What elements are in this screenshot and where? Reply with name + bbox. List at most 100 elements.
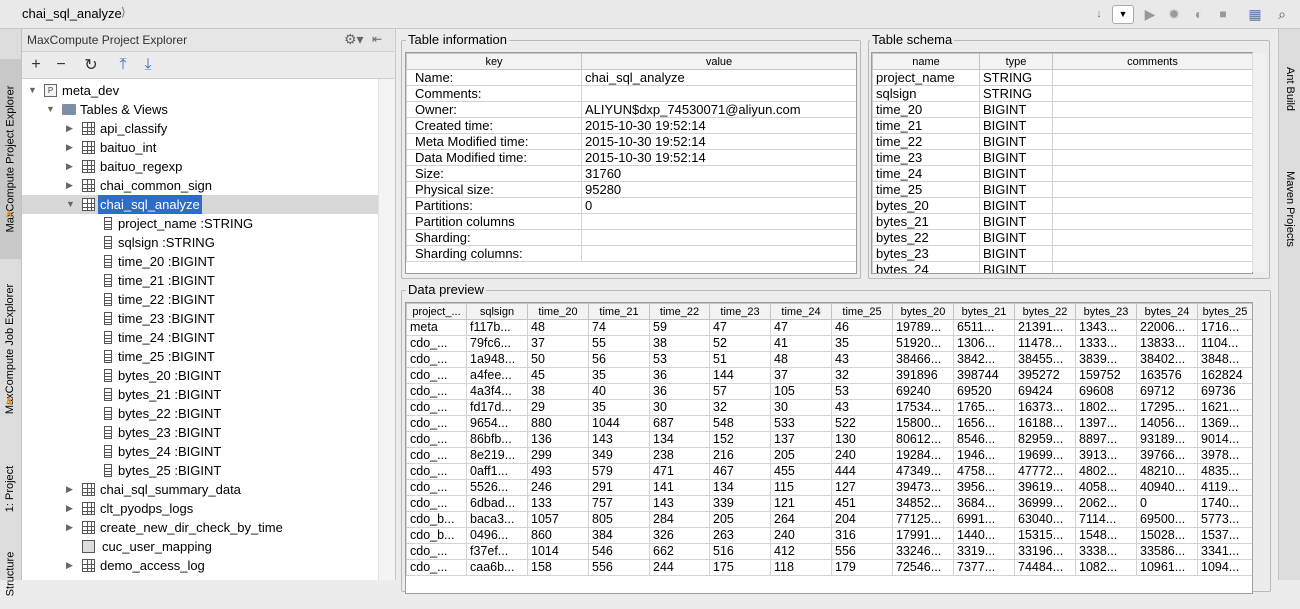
tree-scrollbar[interactable] xyxy=(378,79,395,580)
table-row[interactable]: time_21 BIGINT xyxy=(872,117,1252,134)
refresh-icon[interactable]: ↻ xyxy=(81,55,101,75)
table-row[interactable]: meta f117b... 48 74 59 47 47 46 19789... 6511... 2… xyxy=(406,319,1252,336)
table-row[interactable]: time_20 BIGINT xyxy=(872,101,1252,118)
table-row[interactable]: sqlsign STRING xyxy=(872,85,1252,102)
tree-node-column[interactable]: bytes_22 :BIGINT xyxy=(22,404,378,423)
tree-node-table[interactable]: ▶ baituo_int xyxy=(22,138,378,157)
gear-icon[interactable]: ⚙▾ xyxy=(344,31,364,48)
collapsed-arrow-icon[interactable]: ▶ xyxy=(66,499,73,518)
tree-node-column[interactable]: time_20 :BIGINT xyxy=(22,252,378,271)
tree-node-column[interactable]: bytes_25 :BIGINT xyxy=(22,461,378,480)
tree-node-project[interactable]: ▼ Pmeta_dev xyxy=(22,81,378,100)
column-header[interactable]: sqlsign xyxy=(466,303,528,320)
tree-node-tables-views[interactable]: ▼ Tables & Views xyxy=(22,100,378,119)
tree-node-view[interactable]: cuc_user_mapping xyxy=(22,537,378,556)
table-row[interactable]: Partition columns xyxy=(406,213,856,230)
table-row[interactable]: cdo_... 5526... 246 291 141 134 115 127 39473...… xyxy=(406,479,1252,496)
table-row[interactable]: Meta Modified time: 2015-10-30 19:52:14 xyxy=(406,133,856,150)
column-header-type[interactable]: type xyxy=(979,53,1053,70)
column-header-name[interactable]: name xyxy=(872,53,980,70)
table-row[interactable]: cdo_... 9654... 880 1044 687 548 533 522 15800..… xyxy=(406,415,1252,432)
table-row[interactable]: Created time: 2015-10-30 19:52:14 xyxy=(406,117,856,134)
expanded-arrow-icon[interactable]: ▼ xyxy=(28,81,37,100)
tree-node-selected-table[interactable]: ▼ chai_sql_analyze xyxy=(22,195,378,214)
table-row[interactable]: Physical size: 95280 xyxy=(406,181,856,198)
collapsed-arrow-icon[interactable]: ▶ xyxy=(66,157,73,176)
table-row[interactable]: Sharding columns: xyxy=(406,245,856,262)
table-row[interactable]: Size: 31760 xyxy=(406,165,856,182)
column-header[interactable]: bytes_22 xyxy=(1014,303,1076,320)
breadcrumb-item[interactable]: chai_sql_analyze xyxy=(22,6,122,21)
run-configuration-dropdown[interactable]: ▼ xyxy=(1112,5,1134,24)
table-row[interactable]: time_23 BIGINT xyxy=(872,149,1252,166)
collapsed-arrow-icon[interactable]: ▶ xyxy=(66,176,73,195)
table-row[interactable]: time_25 BIGINT xyxy=(872,181,1252,198)
table-row[interactable]: cdo_... 86bfb... 136 143 134 152 137 130 80612..… xyxy=(406,431,1252,448)
expand-all-icon[interactable]: ⤒ xyxy=(113,55,133,75)
table-row[interactable]: bytes_23 BIGINT xyxy=(872,245,1252,262)
tree-node-table[interactable]: ▶ chai_sql_summary_data xyxy=(22,480,378,499)
table-row[interactable]: bytes_24 BIGINT xyxy=(872,261,1252,273)
remove-icon[interactable]: − xyxy=(51,55,71,75)
column-header[interactable]: bytes_24 xyxy=(1136,303,1198,320)
table-row[interactable]: cdo_... f37ef... 1014 546 662 516 412 556 33246.… xyxy=(406,543,1252,560)
column-header-comments[interactable]: comments xyxy=(1052,53,1252,70)
tree-node-table[interactable]: ▶ demo_access_log xyxy=(22,556,378,575)
table-row[interactable]: bytes_22 BIGINT xyxy=(872,229,1252,246)
debug-icon[interactable]: ✹ xyxy=(1165,5,1183,23)
expanded-arrow-icon[interactable]: ▼ xyxy=(66,195,75,214)
tab-maxcompute-project-explorer[interactable]: MaxCompute Project Explorer xyxy=(0,59,21,259)
make-project-icon[interactable]: ↓ xyxy=(1090,5,1108,23)
table-row[interactable]: cdo_... 8e219... 299 349 238 216 205 240 19284..… xyxy=(406,447,1252,464)
hide-panel-icon[interactable]: ⇤ xyxy=(372,32,382,46)
table-row[interactable]: bytes_21 BIGINT xyxy=(872,213,1252,230)
column-header[interactable]: time_25 xyxy=(831,303,893,320)
collapsed-arrow-icon[interactable]: ▶ xyxy=(66,480,73,499)
table-row[interactable]: cdo_... 1a948... 50 56 53 51 48 43 38466... 3842.… xyxy=(406,351,1252,368)
tree-node-table[interactable]: ▶ clt_pyodps_logs xyxy=(22,499,378,518)
collapsed-arrow-icon[interactable]: ▶ xyxy=(66,518,73,537)
tree-node-table[interactable]: ▶ chai_common_sign xyxy=(22,176,378,195)
collapse-all-icon[interactable]: ⤓ xyxy=(138,55,158,75)
column-header[interactable]: bytes_23 xyxy=(1075,303,1137,320)
tree-node-column[interactable]: bytes_23 :BIGINT xyxy=(22,423,378,442)
tab-ant-build[interactable]: Ant Build xyxy=(1279,39,1300,139)
table-row[interactable]: Name: chai_sql_analyze xyxy=(406,69,856,86)
schema-scrollbar[interactable] xyxy=(1252,53,1266,272)
table-row[interactable]: Partitions: 0 xyxy=(406,197,856,214)
tree-node-table[interactable]: ▶ api_classify xyxy=(22,119,378,138)
table-row[interactable]: Owner: ALIYUN$dxp_74530071@aliyun.com xyxy=(406,101,856,118)
column-header[interactable]: time_22 xyxy=(649,303,710,320)
table-row[interactable]: Data Modified time: 2015-10-30 19:52:14 xyxy=(406,149,856,166)
column-header-value[interactable]: value xyxy=(581,53,856,70)
table-row[interactable]: time_22 BIGINT xyxy=(872,133,1252,150)
table-row[interactable]: cdo_... 4a3f4... 38 40 36 57 105 53 69240 69520 69… xyxy=(406,383,1252,400)
table-row[interactable]: cdo_... 0aff1... 493 579 471 467 455 444 47349..… xyxy=(406,463,1252,480)
table-row[interactable]: cdo_b... baca3... 1057 805 284 205 264 204 77125… xyxy=(406,511,1252,528)
column-header[interactable]: time_23 xyxy=(709,303,771,320)
table-row[interactable]: cdo_... a4fee... 45 35 36 144 37 32 391896 398744… xyxy=(406,367,1252,384)
table-row[interactable]: cdo_... 6dbad... 133 757 143 339 121 451 34852..… xyxy=(406,495,1252,512)
table-row[interactable]: cdo_b... 0496... 860 384 326 263 240 316 17991..… xyxy=(406,527,1252,544)
search-icon[interactable]: ⌕ xyxy=(1273,5,1291,23)
column-header[interactable]: time_20 xyxy=(527,303,589,320)
tree-node-column[interactable]: time_25 :BIGINT xyxy=(22,347,378,366)
add-icon[interactable]: + xyxy=(26,55,46,75)
stop-icon[interactable]: ■ xyxy=(1214,5,1232,23)
column-header[interactable]: bytes_21 xyxy=(953,303,1015,320)
expanded-arrow-icon[interactable]: ▼ xyxy=(46,100,55,119)
run-icon[interactable]: ▶ xyxy=(1141,5,1159,23)
project-structure-icon[interactable]: ▦ xyxy=(1246,5,1264,23)
table-row[interactable]: Sharding: xyxy=(406,229,856,246)
collapsed-arrow-icon[interactable]: ▶ xyxy=(66,138,73,157)
tree-node-table[interactable]: ▶ create_new_dir_check_by_time xyxy=(22,518,378,537)
tab-maven-projects[interactable]: Maven Projects xyxy=(1279,149,1300,269)
tree-node-table[interactable]: ▶ baituo_regexp xyxy=(22,157,378,176)
tree-node-column[interactable]: bytes_20 :BIGINT xyxy=(22,366,378,385)
table-row[interactable]: bytes_20 BIGINT xyxy=(872,197,1252,214)
column-header[interactable]: time_21 xyxy=(588,303,650,320)
collapsed-arrow-icon[interactable]: ▶ xyxy=(66,119,73,138)
table-row[interactable]: cdo_... 79fc6... 37 55 38 52 41 35 51920... 1306.… xyxy=(406,335,1252,352)
column-header[interactable]: time_24 xyxy=(770,303,832,320)
table-row[interactable]: project_name STRING xyxy=(872,69,1252,86)
